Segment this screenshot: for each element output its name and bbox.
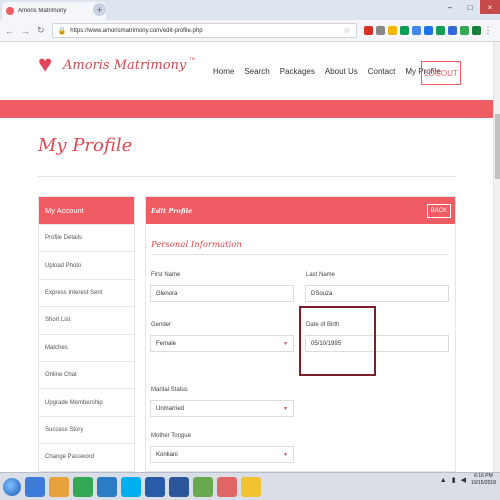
extensions-area: ⋮ xyxy=(363,25,493,36)
system-tray: ▲ ▮ ◀ 6:16 PM 10/15/2018 xyxy=(440,473,496,487)
last-name-value: DSouza xyxy=(311,290,333,297)
gender-select[interactable]: Female ▼ xyxy=(150,335,294,352)
sidebar-item-short-list[interactable]: Short List xyxy=(39,306,134,333)
nav-contact[interactable]: Contact xyxy=(368,67,396,76)
sidebar-item-online-chat[interactable]: Online Chat xyxy=(39,360,134,388)
sidebar-heading: My Account xyxy=(39,197,134,224)
nav-home[interactable]: Home xyxy=(213,67,234,76)
volume-icon[interactable]: ◀ xyxy=(461,476,466,484)
extension-icon[interactable] xyxy=(459,26,469,35)
bookmark-star-icon[interactable]: ☆ xyxy=(343,26,350,35)
gender-label: Gender xyxy=(151,322,172,328)
app-icon[interactable] xyxy=(145,476,165,497)
marital-status-value: Unmarried xyxy=(156,405,185,412)
sidebar-item-profile-details[interactable]: Profile Details xyxy=(39,224,134,251)
clock-time: 6:16 PM xyxy=(474,473,493,479)
sidebar-item-express-interest-sent[interactable]: Express Interest Sent xyxy=(39,278,134,306)
account-sidebar: My Account Profile Details Upload Photo … xyxy=(38,196,135,472)
scrollbar-thumb[interactable] xyxy=(495,114,500,179)
mother-tongue-value: Konkani xyxy=(156,451,178,458)
back-arrow-icon[interactable]: ← xyxy=(5,26,14,36)
chrome-icon[interactable] xyxy=(73,476,93,497)
close-window-button[interactable]: × xyxy=(480,0,500,14)
nav-search[interactable]: Search xyxy=(244,67,269,76)
reload-icon[interactable]: ↻ xyxy=(37,25,45,36)
clock[interactable]: 6:16 PM 10/15/2018 xyxy=(471,473,496,487)
first-name-value: Glenora xyxy=(156,290,178,297)
new-tab-button[interactable]: + xyxy=(93,3,106,16)
window-controls: – □ × xyxy=(440,0,500,20)
marital-status-select[interactable]: Unmarried ▼ xyxy=(150,400,294,417)
title-divider xyxy=(38,176,456,177)
marital-status-label: Marital Status xyxy=(151,387,188,393)
show-hidden-icons-icon[interactable]: ▲ xyxy=(440,477,447,484)
sidebar-item-upgrade-membership[interactable]: Upgrade Membership xyxy=(39,388,134,415)
sidebar-item-change-password[interactable]: Change Password xyxy=(39,443,134,470)
extension-icon[interactable] xyxy=(411,26,421,35)
mother-tongue-select[interactable]: Konkani ▼ xyxy=(150,446,294,463)
accent-banner xyxy=(0,100,493,118)
panel-header: Edit Profile BACK xyxy=(146,197,455,224)
last-name-field[interactable]: DSouza xyxy=(305,285,449,302)
logo-text: Amoris Matrimony xyxy=(63,57,187,73)
app-icon[interactable] xyxy=(25,476,45,497)
highlight-box xyxy=(299,306,376,376)
nav-packages[interactable]: Packages xyxy=(280,67,315,76)
extension-icon[interactable] xyxy=(363,26,373,35)
word-icon[interactable] xyxy=(169,476,189,497)
dropdown-caret-icon: ▼ xyxy=(283,405,288,412)
section-title: Personal Information xyxy=(151,240,242,250)
maximize-button[interactable]: □ xyxy=(460,0,480,14)
dropdown-caret-icon: ▼ xyxy=(283,451,288,458)
section-divider xyxy=(151,254,449,255)
forward-arrow-icon[interactable]: → xyxy=(21,26,30,36)
site-logo[interactable]: ♥ Amoris Matrimony TM xyxy=(38,51,196,78)
last-name-label: Last Name xyxy=(306,272,336,278)
back-button[interactable]: BACK xyxy=(426,203,451,218)
minimize-button[interactable]: – xyxy=(440,0,460,14)
site-favicon-icon xyxy=(6,7,14,15)
lock-icon: 🔒 xyxy=(57,27,67,35)
app-icon[interactable] xyxy=(49,476,69,497)
browser-menu-icon[interactable]: ⋮ xyxy=(484,25,493,36)
tab-title: Amoris Matrimony xyxy=(18,8,67,14)
page-scrollbar[interactable] xyxy=(493,42,500,472)
sidebar-item-matches[interactable]: Matches xyxy=(39,333,134,361)
trademark-mark: TM xyxy=(189,55,196,61)
panel-title: Edit Profile xyxy=(151,206,193,215)
logout-button[interactable]: LOGOUT xyxy=(421,61,461,85)
extension-icon[interactable] xyxy=(435,26,445,35)
network-icon[interactable]: ▮ xyxy=(452,476,456,484)
app-icon[interactable] xyxy=(193,476,213,497)
taskbar xyxy=(0,472,500,500)
dropdown-caret-icon: ▼ xyxy=(283,340,288,347)
start-button[interactable] xyxy=(3,477,21,496)
extension-icon[interactable] xyxy=(375,26,385,35)
extension-icon[interactable] xyxy=(387,26,397,35)
app-icon[interactable] xyxy=(241,476,261,497)
extension-icon[interactable] xyxy=(447,26,457,35)
main-nav: Home Search Packages About Us Contact My… xyxy=(213,67,441,76)
app-icon[interactable] xyxy=(97,476,117,497)
clock-date: 10/15/2018 xyxy=(470,480,496,486)
page-title: My Profile xyxy=(38,135,133,156)
mother-tongue-label: Mother Tongue xyxy=(151,433,191,439)
url-text: https://www.amorismatrimony.com/edit-pro… xyxy=(70,27,203,34)
first-name-label: First Name xyxy=(151,272,181,278)
gender-value: Female xyxy=(156,340,177,347)
heart-logo-icon: ♥ xyxy=(38,51,53,78)
skype-icon[interactable] xyxy=(121,476,141,497)
url-input[interactable]: 🔒 https://www.amorismatrimony.com/edit-p… xyxy=(51,23,357,38)
extension-icon[interactable] xyxy=(471,26,481,35)
nav-about-us[interactable]: About Us xyxy=(325,67,358,76)
app-icon[interactable] xyxy=(217,476,237,497)
sidebar-item-upload-photo[interactable]: Upload Photo xyxy=(39,251,134,278)
sidebar-item-success-story[interactable]: Success Story xyxy=(39,415,134,443)
first-name-field[interactable]: Glenora xyxy=(150,285,294,302)
extension-icon[interactable] xyxy=(423,26,433,35)
address-bar-row: ← → ↻ 🔒 https://www.amorismatrimony.com/… xyxy=(0,20,500,42)
extension-icon[interactable] xyxy=(399,26,409,35)
browser-tab[interactable]: Amoris Matrimony × xyxy=(2,2,106,20)
